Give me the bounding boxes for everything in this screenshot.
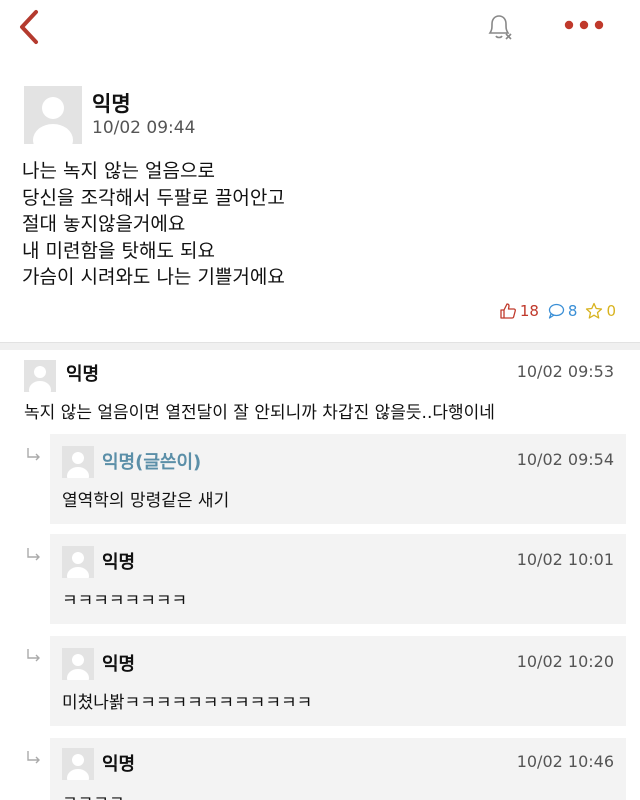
comment: 익명 10/02 09:53 녹지 않는 얼음이면 열전달이 잘 안되니까 차갑…: [0, 350, 640, 436]
reply-text: 열역학의 망령같은 새기: [62, 491, 230, 511]
reply-arrow-icon: [27, 448, 40, 461]
reply-text: ㅋㅋㅋㅋㅋㅋㅋㅋ: [62, 591, 188, 611]
default-avatar-icon: [67, 452, 89, 478]
reply-time: 10/02 10:46: [516, 752, 614, 771]
post-body-line: 내 미련함을 탓해도 되요: [22, 239, 215, 262]
avatar: [62, 648, 94, 680]
post-body-line: 절대 놓지않을거에요: [22, 213, 186, 235]
reply-arrow-icon: [27, 649, 40, 662]
reply-author: 익명(글쓴이): [102, 452, 202, 473]
reply: 익명(글쓴이) 10/02 09:54 열역학의 망령같은 새기: [50, 434, 626, 524]
avatar: [62, 446, 94, 478]
reply-time: 10/02 10:20: [516, 652, 614, 671]
comment-bubble-icon: [548, 303, 565, 319]
comment-time: 10/02 09:53: [516, 362, 614, 381]
like-stat[interactable]: 18: [499, 302, 539, 320]
default-avatar-icon: [29, 366, 51, 392]
reply-text: 미쳤나봙ㅋㅋㅋㅋㅋㅋㅋㅋㅋㅋㅋㅋ: [62, 693, 313, 713]
reply: 익명 10/02 10:20 미쳤나봙ㅋㅋㅋㅋㅋㅋㅋㅋㅋㅋㅋㅋ: [50, 636, 626, 726]
reply-arrow-icon: [27, 751, 40, 764]
reply-author: 익명: [102, 552, 136, 573]
post-body-line: 가슴이 시려와도 나는 기쁠거에요: [22, 266, 285, 288]
comment-author: 익명: [66, 364, 100, 385]
post-body-line: 당신을 조각해서 두팔로 끌어안고: [22, 186, 285, 209]
chevron-left-icon[interactable]: [14, 8, 48, 46]
post-body: 나는 녹지 않는 얼음으로 당신을 조각해서 두팔로 끌어안고 절대 놓지않을거…: [22, 158, 622, 291]
post-author: 익명: [92, 92, 131, 116]
divider: [0, 342, 640, 350]
star-icon: [586, 302, 603, 319]
post-body-line: 나는 녹지 않는 얼음으로: [22, 160, 215, 182]
post-stats: 18 8 0: [491, 300, 616, 322]
top-bar: [0, 0, 640, 56]
default-avatar-icon: [67, 552, 89, 578]
post-time: 10/02 09:44: [92, 118, 196, 138]
comment-text: 녹지 않는 얼음이면 열전달이 잘 안되니까 차갑진 않을듯..다행이네: [24, 403, 495, 423]
thumbs-up-icon: [500, 303, 516, 319]
reply-author: 익명: [102, 654, 136, 675]
reply-time: 10/02 10:01: [516, 550, 614, 569]
more-dots-icon[interactable]: [562, 16, 606, 34]
default-avatar-icon: [67, 754, 89, 780]
comment-stat: 8: [547, 302, 578, 320]
reply: 익명 10/02 10:01 ㅋㅋㅋㅋㅋㅋㅋㅋ: [50, 534, 626, 624]
avatar: [24, 360, 56, 392]
bell-off-icon[interactable]: [482, 10, 516, 44]
avatar: [62, 546, 94, 578]
avatar: [24, 86, 82, 144]
reply-arrow-icon: [27, 548, 40, 561]
avatar: [62, 748, 94, 780]
reply-text: ㅋㅋㅋㅋ: [62, 788, 125, 800]
comment-count: 8: [567, 302, 578, 320]
reply-time: 10/02 09:54: [516, 450, 614, 469]
default-avatar-icon: [67, 654, 89, 680]
reply-author: 익명: [102, 754, 136, 775]
reply: 익명 10/02 10:46 ㅋㅋㅋㅋ: [50, 738, 626, 800]
like-count: 18: [519, 302, 539, 320]
default-avatar-icon: [33, 97, 73, 144]
scrap-stat[interactable]: 0: [585, 302, 616, 320]
scrap-count: 0: [606, 302, 616, 320]
